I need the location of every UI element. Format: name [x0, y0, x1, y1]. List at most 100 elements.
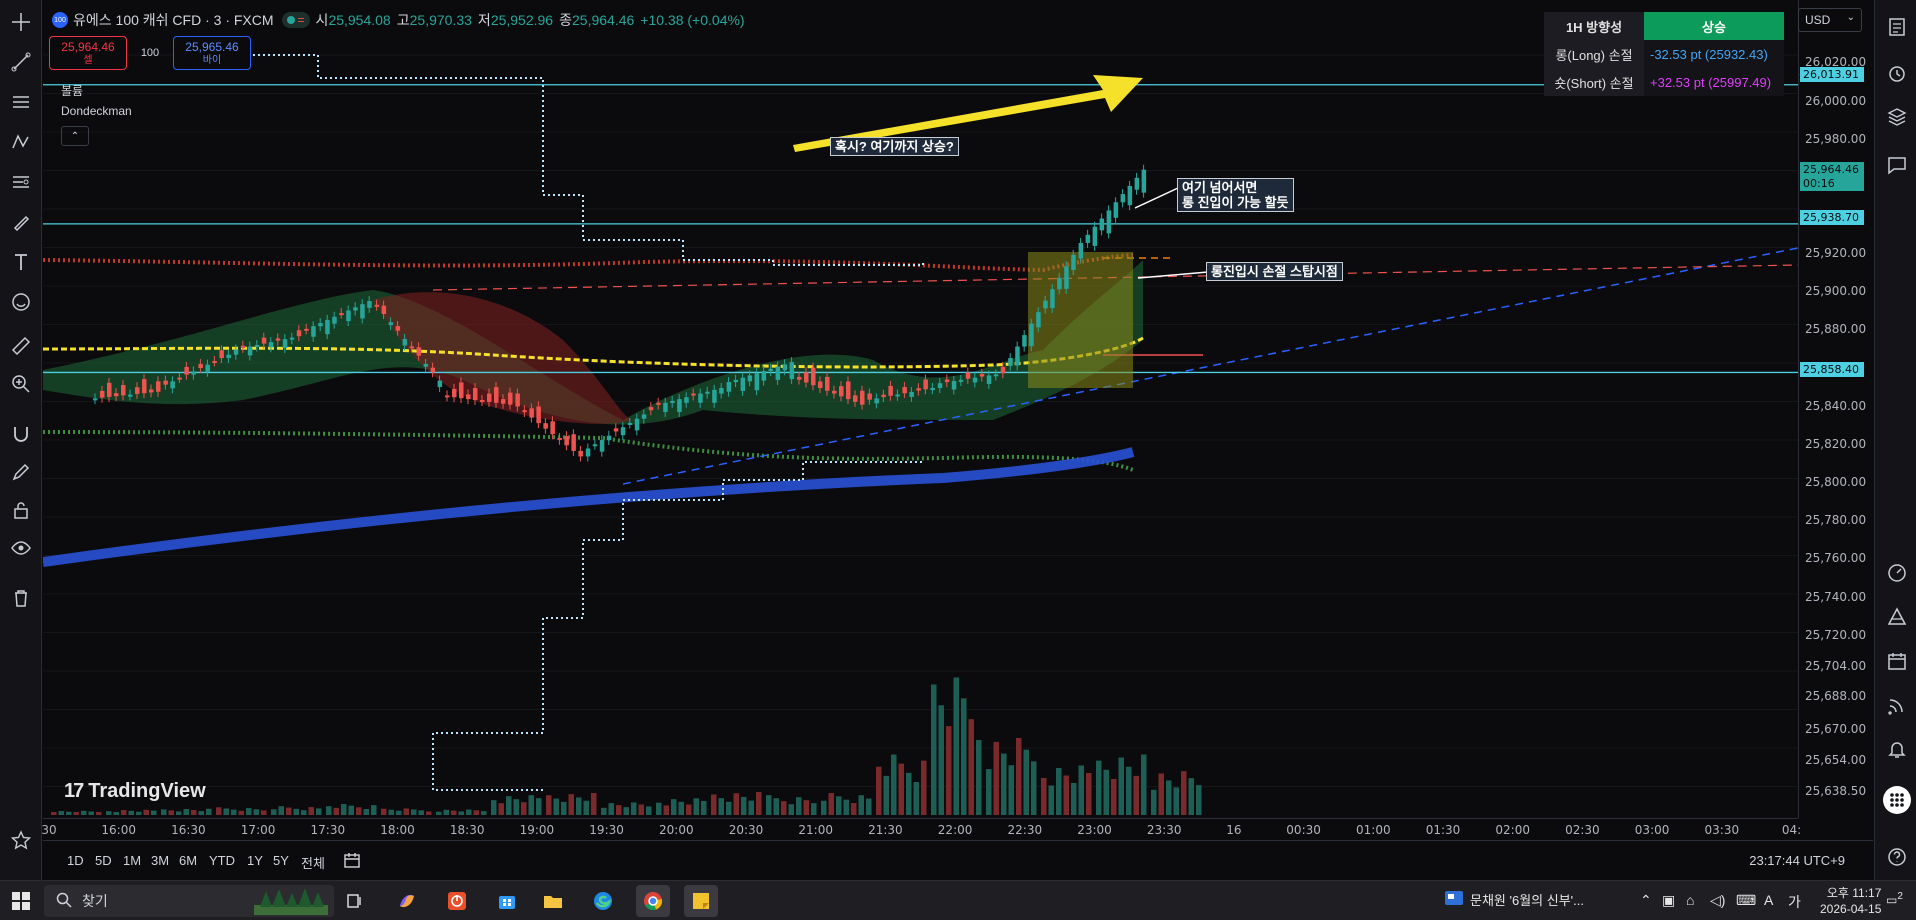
range-3m-button[interactable]: 3M — [151, 853, 169, 868]
buy-button[interactable]: 25,965.46 바이 — [173, 36, 251, 70]
volume-bar — [278, 806, 284, 815]
volume-bar — [58, 811, 64, 815]
tray-app-icon[interactable]: ▣ — [1662, 892, 1675, 909]
brush-icon[interactable] — [7, 208, 35, 236]
range-1m-button[interactable]: 1M — [123, 853, 141, 868]
taskbar-search[interactable]: 찾기 — [44, 885, 334, 917]
range-5d-button[interactable]: 5D — [95, 853, 112, 868]
eye-icon[interactable] — [7, 534, 35, 562]
news-widget[interactable]: 문채원 '6월의 신부'... — [1444, 889, 1584, 910]
task-view-icon[interactable] — [338, 885, 372, 917]
notification-icon[interactable]: ▭2 — [1886, 891, 1903, 907]
trend-line-icon[interactable] — [7, 48, 35, 76]
candle-body — [564, 436, 569, 446]
trash-icon[interactable] — [7, 584, 35, 612]
volume-bar — [836, 796, 842, 815]
crosshair-icon[interactable] — [7, 8, 35, 36]
keyboard-icon[interactable]: ⌨ — [1736, 892, 1756, 909]
white-arrow-1 — [1134, 187, 1179, 209]
candle-body — [705, 391, 710, 394]
sticky-notes-icon[interactable] — [684, 885, 718, 917]
ime-icon[interactable]: A — [1764, 892, 1773, 908]
calendar-icon[interactable] — [1884, 648, 1910, 674]
long-entry-note[interactable]: 여기 넘어서면 롱 진입이 가능 할듯 — [1177, 178, 1294, 212]
help-icon[interactable] — [1884, 844, 1910, 870]
range-ytd-button[interactable]: YTD — [209, 853, 235, 868]
sell-label: 셀 — [83, 55, 93, 66]
store-icon[interactable] — [490, 885, 524, 917]
price-axis[interactable]: 26,020.00 26,000.00 25,980.00 25,920.00 25,9… — [1798, 0, 1873, 818]
dondeckman-indicator-label[interactable]: Dondeckman — [61, 104, 132, 118]
time-tick: 04: — [1781, 823, 1802, 837]
clock-readout[interactable]: 23:17:44 UTC+9 — [1749, 853, 1845, 868]
broadcast-icon[interactable] — [1884, 692, 1910, 718]
buy-price: 25,965.46 — [185, 40, 239, 54]
currency-select[interactable]: USD ⌄ — [1798, 8, 1862, 32]
volume-bar — [388, 809, 394, 815]
time-tick: 22:30 — [1007, 823, 1043, 837]
range-5y-button[interactable]: 5Y — [273, 853, 289, 868]
tray-chevron-icon[interactable]: ⌃ — [1640, 892, 1652, 909]
pyramid-icon[interactable] — [1884, 604, 1910, 630]
emoji-icon[interactable] — [7, 288, 35, 316]
sell-button[interactable]: 25,964.46 셀 — [49, 36, 127, 70]
apps-grid-icon[interactable] — [1883, 786, 1911, 814]
chat-icon[interactable] — [1884, 152, 1910, 178]
ruler-icon[interactable] — [7, 332, 35, 360]
stop-loss-note[interactable]: 롱진입시 손절 스탑시점 — [1206, 262, 1343, 281]
alarm-clock-icon[interactable] — [1884, 60, 1910, 86]
symbol-title[interactable]: 유에스 100 캐쉬 CFD · 3 · FXCM — [73, 10, 274, 30]
range-1d-button[interactable]: 1D — [67, 853, 84, 868]
candle-body — [142, 379, 147, 394]
edge-browser-icon[interactable] — [586, 885, 620, 917]
pencil-lock-icon[interactable] — [7, 458, 35, 486]
candle-body — [515, 393, 520, 407]
volume-bar — [1078, 765, 1084, 815]
time-tick: 01:00 — [1356, 823, 1391, 837]
range-1y-button[interactable]: 1Y — [247, 853, 263, 868]
forecast-icon[interactable] — [7, 168, 35, 196]
layers-icon[interactable] — [1884, 104, 1910, 130]
time-tick: 19:30 — [589, 823, 624, 837]
copilot-icon[interactable] — [390, 885, 424, 917]
time-tick: 21:00 — [798, 823, 833, 837]
ime-mode-icon[interactable]: 가 — [1788, 892, 1801, 912]
market-status[interactable]: = — [281, 12, 310, 28]
volume-icon[interactable]: ◁) — [1710, 892, 1725, 909]
range-all-button[interactable]: 전체 — [301, 853, 325, 872]
candle-body — [881, 394, 886, 398]
time-axis[interactable]: 30 16:00 16:30 17:00 17:30 18:00 18:30 19:00 19:… — [41, 818, 1802, 840]
network-icon[interactable]: ⌂ — [1686, 892, 1694, 908]
collapse-indicators-button[interactable]: ⌃ — [61, 126, 89, 146]
watchlist-icon[interactable] — [1884, 14, 1910, 40]
volume-bar — [253, 809, 259, 815]
chart-pane[interactable] — [43, 0, 1798, 818]
system-clock[interactable]: 오후 11:17 2026-04-15 — [1820, 885, 1881, 917]
candle-body — [430, 367, 436, 373]
date-range-icon[interactable] — [343, 851, 361, 872]
rise-question-note[interactable]: 혹시? 여기까지 상승? — [830, 137, 959, 156]
bell-icon[interactable] — [1884, 736, 1910, 762]
symbol-legend[interactable]: 100 유에스 100 캐쉬 CFD · 3 · FXCM = 시 25,954.… — [52, 9, 745, 31]
candle-body — [634, 418, 640, 431]
gauge-icon[interactable] — [1884, 560, 1910, 586]
power-app-icon[interactable] — [440, 885, 474, 917]
candle-body — [205, 364, 210, 372]
candle-body — [452, 388, 457, 398]
text-icon[interactable] — [7, 248, 35, 276]
zoom-icon[interactable] — [7, 370, 35, 398]
chrome-browser-icon[interactable] — [636, 885, 670, 917]
star-icon[interactable] — [7, 826, 35, 854]
pattern-icon[interactable] — [7, 128, 35, 156]
file-explorer-icon[interactable] — [536, 885, 570, 917]
volume-indicator-label[interactable]: 볼륨 — [61, 82, 83, 99]
candle-body — [1008, 358, 1013, 366]
price-chart[interactable] — [43, 0, 1798, 818]
volume-bar — [1151, 789, 1157, 815]
magnet-icon[interactable] — [7, 420, 35, 448]
lock-icon[interactable] — [7, 496, 35, 524]
volume-bar — [711, 794, 717, 815]
range-6m-button[interactable]: 6M — [179, 853, 197, 868]
windows-start-icon[interactable] — [6, 887, 36, 915]
horizontal-lines-icon[interactable] — [7, 88, 35, 116]
